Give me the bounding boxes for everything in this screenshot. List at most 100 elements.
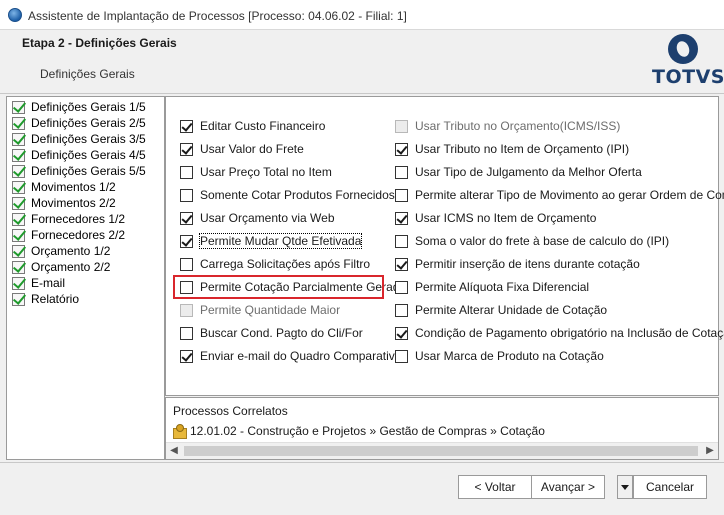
checkbox[interactable]	[180, 326, 193, 340]
related-process-item[interactable]: 12.01.02 - Construção e Projetos » Gestã…	[172, 424, 545, 439]
checkbox[interactable]	[180, 257, 193, 271]
sidebar-item-email[interactable]: E-mail	[7, 275, 164, 291]
checkbox[interactable]	[395, 142, 408, 156]
option-buscar-cond-pagto[interactable]: Buscar Cond. Pagto do Cli/For	[180, 325, 363, 341]
green-check-icon	[12, 132, 25, 146]
footer-divider	[0, 462, 724, 463]
related-processes-panel: Processos Correlatos 12.01.02 - Construç…	[165, 397, 719, 460]
option-label: Permite alterar Tipo de Movimento ao ger…	[415, 188, 724, 202]
option-icms-item[interactable]: Usar ICMS no Item de Orçamento	[395, 210, 596, 226]
checkbox[interactable]	[180, 142, 193, 156]
sidebar-item-label: Definições Gerais 1/5	[31, 100, 146, 114]
green-check-icon	[12, 196, 25, 210]
scroll-left-arrow-icon[interactable]: ◀	[168, 445, 180, 457]
option-editar-custo-financeiro[interactable]: Editar Custo Financeiro	[180, 118, 325, 134]
option-usar-valor-frete[interactable]: Usar Valor do Frete	[180, 141, 304, 157]
app-logo-icon	[8, 8, 22, 22]
checkbox[interactable]	[395, 257, 408, 271]
checkbox[interactable]	[395, 326, 408, 340]
option-label: Usar Marca de Produto na Cotação	[415, 349, 604, 363]
sidebar-item-definicoes-1[interactable]: Definições Gerais 1/5	[7, 99, 164, 115]
option-label: Condição de Pagamento obrigatório na Inc…	[415, 326, 724, 340]
checkbox[interactable]	[180, 349, 193, 363]
option-tipo-julgamento[interactable]: Usar Tipo de Julgamento da Melhor Oferta	[395, 164, 642, 180]
sidebar-item-movimentos-2[interactable]: Movimentos 2/2	[7, 195, 164, 211]
option-cond-pagto-obrigatorio[interactable]: Condição de Pagamento obrigatório na Inc…	[395, 325, 724, 341]
scrollbar-thumb[interactable]	[184, 446, 698, 456]
option-marca-produto[interactable]: Usar Marca de Produto na Cotação	[395, 348, 604, 364]
option-label: Usar ICMS no Item de Orçamento	[415, 211, 597, 225]
option-label: Carrega Solicitações após Filtro	[200, 257, 371, 271]
wizard-header: Etapa 2 - Definições Gerais Definições G…	[0, 30, 724, 94]
checkbox[interactable]	[180, 188, 193, 202]
option-label: Buscar Cond. Pagto do Cli/For	[200, 326, 363, 340]
sidebar-item-label: Movimentos 1/2	[31, 180, 116, 194]
option-usar-preco-total[interactable]: Usar Preço Total no Item	[180, 164, 332, 180]
sidebar-item-label: Orçamento 1/2	[31, 244, 111, 258]
option-label: Usar Tributo no Item de Orçamento (IPI)	[415, 142, 630, 156]
green-check-icon	[12, 148, 25, 162]
sidebar-item-fornecedores-1[interactable]: Fornecedores 1/2	[7, 211, 164, 227]
green-check-icon	[12, 292, 25, 306]
sidebar-item-definicoes-5[interactable]: Definições Gerais 5/5	[7, 163, 164, 179]
sidebar-item-definicoes-4[interactable]: Definições Gerais 4/5	[7, 147, 164, 163]
related-process-label: 12.01.02 - Construção e Projetos » Gestã…	[190, 424, 545, 438]
scroll-right-arrow-icon[interactable]: ▶	[704, 445, 716, 457]
checkbox[interactable]	[180, 211, 193, 225]
checkbox[interactable]	[395, 188, 408, 202]
option-cotacao-parcial[interactable]: Permite Cotação Parcialmente Gerada	[180, 279, 406, 295]
checkbox[interactable]	[395, 349, 408, 363]
option-label: Permite Cotação Parcialmente Gerada	[200, 280, 407, 294]
totvs-logo: TOTVS	[650, 34, 724, 90]
checkbox[interactable]	[395, 280, 408, 294]
checkbox[interactable]	[180, 165, 193, 179]
green-check-icon	[12, 212, 25, 226]
checkbox[interactable]	[395, 211, 408, 225]
sidebar-item-definicoes-3[interactable]: Definições Gerais 3/5	[7, 131, 164, 147]
sidebar-item-label: Orçamento 2/2	[31, 260, 111, 274]
green-check-icon	[12, 100, 25, 114]
sidebar-item-relatorio[interactable]: Relatório	[7, 291, 164, 307]
back-button[interactable]: < Voltar	[458, 475, 532, 499]
option-alterar-tipo-movimento[interactable]: Permite alterar Tipo de Movimento ao ger…	[395, 187, 724, 203]
horizontal-scrollbar[interactable]: ◀ ▶	[166, 442, 718, 459]
checkbox	[180, 303, 193, 317]
green-check-icon	[12, 164, 25, 178]
green-check-icon	[12, 244, 25, 258]
checkbox[interactable]	[180, 119, 193, 133]
option-label: Permite Alterar Unidade de Cotação	[415, 303, 608, 317]
dropdown-button[interactable]	[617, 475, 633, 499]
option-carrega-solicitacoes[interactable]: Carrega Solicitações após Filtro	[180, 256, 370, 272]
cancel-button[interactable]: Cancelar	[633, 475, 707, 499]
checkbox[interactable]	[180, 234, 193, 248]
sidebar-item-label: Fornecedores 1/2	[31, 212, 126, 226]
checkbox[interactable]	[395, 303, 408, 317]
option-aliquota-fixa[interactable]: Permite Alíquota Fixa Diferencial	[395, 279, 589, 295]
next-button[interactable]: Avançar >	[531, 475, 605, 499]
checkbox[interactable]	[395, 234, 408, 248]
sidebar-item-orcamento-1[interactable]: Orçamento 1/2	[7, 243, 164, 259]
green-check-icon	[12, 180, 25, 194]
green-check-icon	[12, 116, 25, 130]
option-enviar-email-quadro[interactable]: Enviar e-mail do Quadro Comparativo	[180, 348, 401, 364]
sidebar-item-fornecedores-2[interactable]: Fornecedores 2/2	[7, 227, 164, 243]
option-tributo-orcamento: Usar Tributo no Orçamento(ICMS/ISS)	[395, 118, 620, 134]
sidebar-item-label: Definições Gerais 5/5	[31, 164, 146, 178]
option-soma-frete-ipi[interactable]: Soma o valor do frete à base de calculo …	[395, 233, 669, 249]
checkbox[interactable]	[395, 165, 408, 179]
sidebar-item-label: E-mail	[31, 276, 66, 290]
sidebar-item-definicoes-2[interactable]: Definições Gerais 2/5	[7, 115, 164, 131]
sidebar-item-label: Fornecedores 2/2	[31, 228, 126, 242]
option-somente-cotar-fornecidos[interactable]: Somente Cotar Produtos Fornecidos	[180, 187, 395, 203]
sidebar-item-orcamento-2[interactable]: Orçamento 2/2	[7, 259, 164, 275]
option-label: Usar Tributo no Orçamento(ICMS/ISS)	[415, 119, 621, 133]
option-insercao-itens[interactable]: Permitir inserção de itens durante cotaç…	[395, 256, 640, 272]
chevron-down-icon	[621, 484, 629, 490]
checkbox[interactable]	[180, 280, 193, 294]
option-mudar-qtde-efetivada[interactable]: Permite Mudar Qtde Efetivada	[180, 233, 363, 249]
sidebar-item-movimentos-1[interactable]: Movimentos 1/2	[7, 179, 164, 195]
option-tributo-item-ipi[interactable]: Usar Tributo no Item de Orçamento (IPI)	[395, 141, 629, 157]
option-alterar-unidade[interactable]: Permite Alterar Unidade de Cotação	[395, 302, 607, 318]
option-usar-orcamento-web[interactable]: Usar Orçamento via Web	[180, 210, 335, 226]
option-label: Somente Cotar Produtos Fornecidos	[200, 188, 395, 202]
